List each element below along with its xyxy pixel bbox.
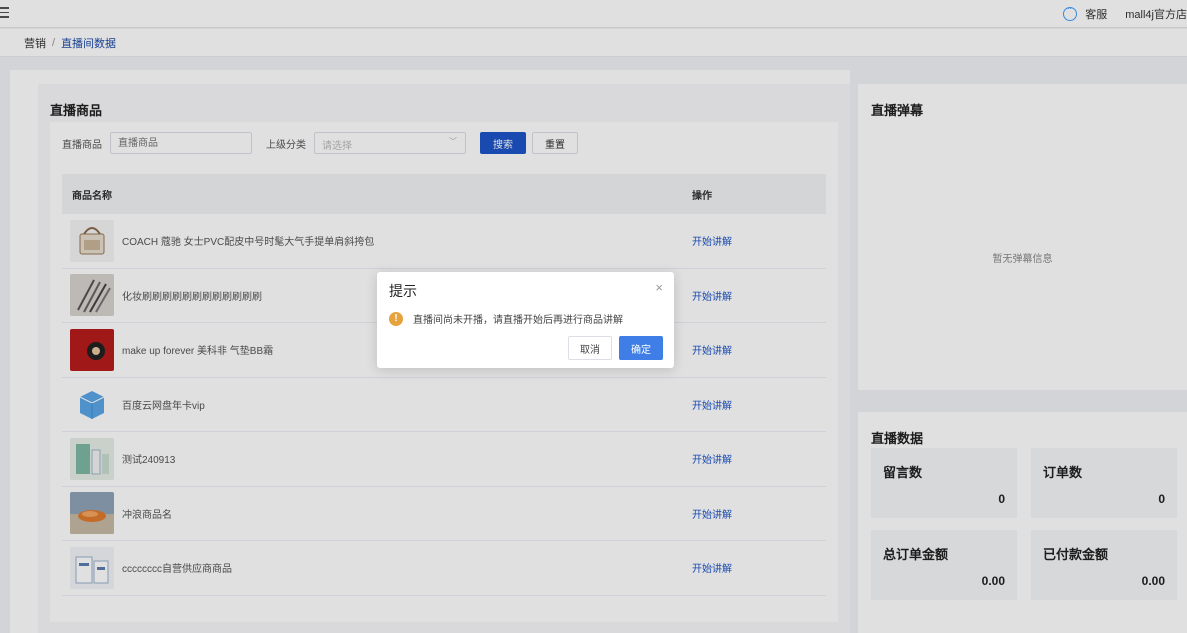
warning-icon: ! [389, 311, 403, 326]
dialog-buttons: 取消 确定 [568, 336, 663, 360]
confirm-button[interactable]: 确定 [619, 336, 663, 360]
cancel-button[interactable]: 取消 [568, 336, 612, 360]
dialog-message: 直播间尚未开播，请直播开始后再进行商品讲解 [413, 315, 623, 326]
dialog-body: ! 直播间尚未开播，请直播开始后再进行商品讲解 [389, 311, 623, 326]
dialog-title: 提示 [389, 283, 417, 299]
notice-dialog: 提示 × ! 直播间尚未开播，请直播开始后再进行商品讲解 取消 确定 [377, 272, 674, 368]
close-icon[interactable]: × [655, 280, 663, 295]
